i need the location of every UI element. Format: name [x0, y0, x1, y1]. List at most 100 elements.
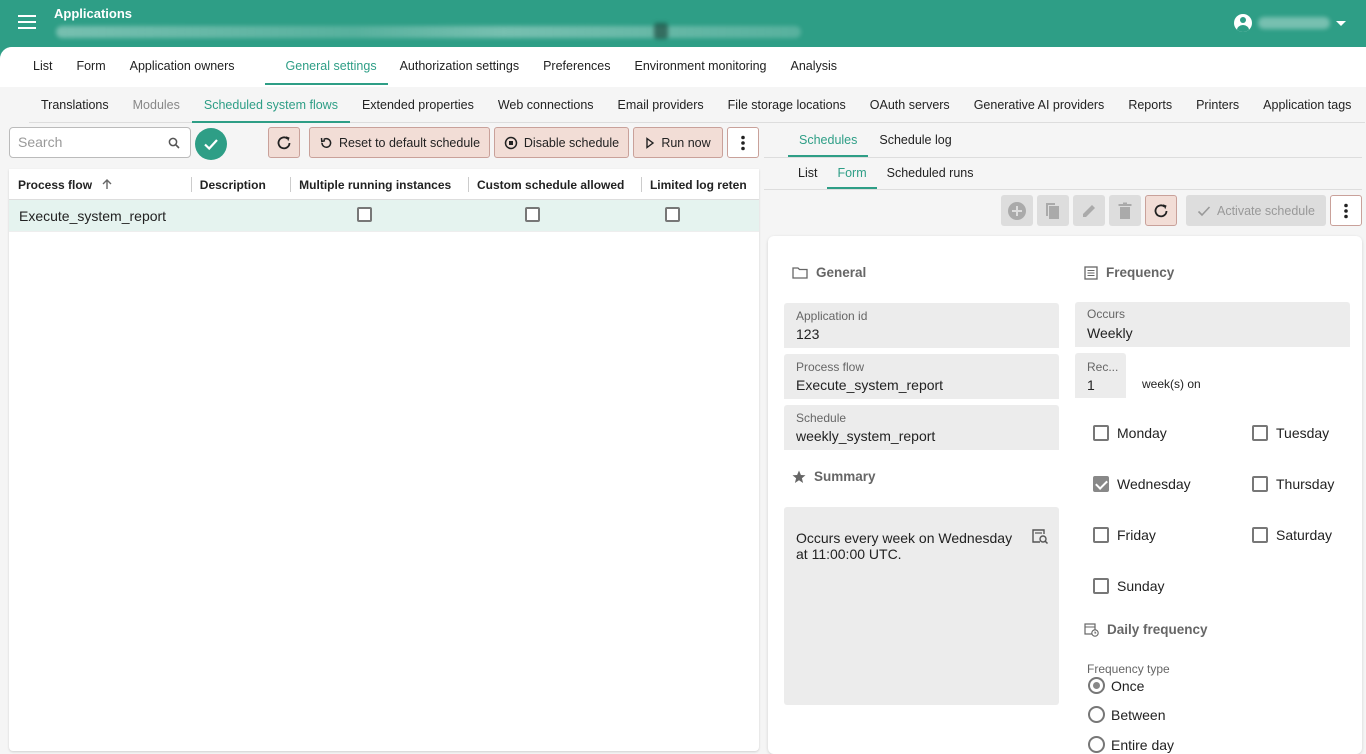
tab-schedule-log[interactable]: Schedule log — [868, 127, 962, 157]
calendar-clock-icon — [1084, 623, 1099, 637]
multiple-running-checkbox[interactable] — [356, 206, 372, 222]
tab-oauth-servers[interactable]: OAuth servers — [858, 87, 962, 123]
tab-modules[interactable]: Modules — [121, 87, 192, 123]
check-icon — [1197, 205, 1211, 216]
edit-button[interactable] — [1073, 195, 1105, 226]
between-label: Between — [1111, 706, 1166, 723]
schedule-field[interactable]: Schedule weekly_system_report — [784, 405, 1059, 450]
apply-search-button[interactable] — [195, 128, 227, 160]
application-id-label: Application id — [796, 309, 868, 323]
disable-schedule-button[interactable]: Disable schedule — [494, 127, 629, 158]
tab-scheduled-runs[interactable]: Scheduled runs — [877, 160, 984, 189]
tab-analysis[interactable]: Analysis — [779, 47, 850, 85]
reset-default-schedule-button[interactable]: Reset to default schedule — [309, 127, 490, 158]
process-flow-field[interactable]: Process flow Execute_system_report — [784, 354, 1059, 399]
column-description[interactable]: Description — [190, 169, 290, 200]
once-label: Once — [1111, 677, 1145, 694]
application-id-field[interactable]: Application id 123 — [784, 303, 1059, 348]
cell-custom-schedule — [449, 206, 615, 225]
sort-ascending-icon — [102, 179, 112, 189]
tab-web-connections[interactable]: Web connections — [486, 87, 606, 123]
tab-schedule-list[interactable]: List — [788, 160, 827, 189]
frequency-entire-day-radio[interactable]: Entire day — [1088, 736, 1174, 753]
add-button[interactable] — [1001, 195, 1033, 226]
tab-email-providers[interactable]: Email providers — [606, 87, 716, 123]
frequency-between-radio[interactable]: Between — [1088, 706, 1165, 723]
monday-checkbox[interactable]: Monday — [1093, 425, 1167, 441]
activate-schedule-button[interactable]: Activate schedule — [1186, 195, 1326, 226]
play-icon — [646, 136, 655, 149]
run-now-label: Run now — [661, 135, 711, 150]
user-menu[interactable] — [1234, 14, 1346, 32]
tab-list[interactable]: List — [21, 47, 64, 85]
preview-search-icon[interactable] — [1031, 528, 1049, 546]
more-options-button[interactable] — [727, 127, 759, 158]
entire-day-label: Entire day — [1111, 736, 1175, 753]
sunday-box — [1093, 578, 1109, 594]
frequency-once-radio[interactable]: Once — [1088, 677, 1144, 694]
tab-preferences[interactable]: Preferences — [531, 47, 622, 85]
friday-box — [1093, 527, 1109, 543]
column-process-flow[interactable]: Process flow — [9, 169, 191, 200]
thursday-checkbox[interactable]: Thursday — [1252, 476, 1334, 492]
tab-printers[interactable]: Printers — [1184, 87, 1251, 123]
process-flow-label: Process flow — [796, 360, 865, 374]
friday-label: Friday — [1117, 527, 1156, 543]
limited-log-checkbox[interactable] — [664, 206, 680, 222]
column-multiple-running-instances[interactable]: Multiple running instances — [290, 169, 468, 200]
tab-application-tags[interactable]: Application tags — [1251, 87, 1363, 123]
tab-reports[interactable]: Reports — [1116, 87, 1184, 123]
saturday-label: Saturday — [1276, 527, 1333, 543]
tab-schedule-form[interactable]: Form — [827, 160, 877, 189]
redacted-breadcrumb — [56, 23, 801, 39]
folder-icon — [792, 267, 808, 279]
tab-schedules[interactable]: Schedules — [788, 127, 869, 157]
run-now-button[interactable]: Run now — [633, 127, 723, 158]
search-icon[interactable] — [168, 137, 180, 149]
copy-button[interactable] — [1037, 195, 1069, 226]
occurs-field[interactable]: Occurs Weekly — [1075, 302, 1350, 347]
tuesday-checkbox[interactable]: Tuesday — [1252, 425, 1329, 441]
summary-box: Occurs every week on Wednesday at 11:00:… — [784, 507, 1059, 705]
column-process-flow-label: Process flow — [18, 178, 93, 192]
schedule-form: General Application id 123 Process flow … — [768, 236, 1362, 754]
frequency-section-title: Frequency — [1084, 265, 1174, 280]
between-radio-dot — [1088, 706, 1105, 723]
check-icon — [204, 139, 218, 151]
tab-application-owners[interactable]: Application owners — [118, 47, 247, 85]
search-field — [9, 127, 191, 158]
tab-file-storage-locations[interactable]: File storage locations — [716, 87, 858, 123]
menu-icon[interactable] — [18, 15, 36, 29]
saturday-checkbox[interactable]: Saturday — [1252, 527, 1332, 543]
frequency-type-label: Frequency type — [1087, 662, 1170, 676]
refresh-form-button[interactable] — [1145, 195, 1177, 226]
tab-generative-ai-providers[interactable]: Generative AI providers — [962, 87, 1117, 123]
search-input[interactable] — [18, 134, 163, 150]
daily-frequency-title-text: Daily frequency — [1107, 622, 1208, 637]
tab-authorization-settings[interactable]: Authorization settings — [388, 47, 532, 85]
wednesday-checkbox[interactable]: Wednesday — [1093, 476, 1191, 492]
reset-default-schedule-label: Reset to default schedule — [338, 135, 481, 150]
account-icon — [1234, 14, 1252, 32]
tab-scheduled-system-flows[interactable]: Scheduled system flows — [191, 87, 350, 123]
table-row[interactable]: Execute_system_report — [9, 200, 759, 232]
tab-extended-properties[interactable]: Extended properties — [350, 87, 486, 123]
friday-checkbox[interactable]: Friday — [1093, 527, 1156, 543]
sunday-checkbox[interactable]: Sunday — [1093, 578, 1164, 594]
frequency-title-text: Frequency — [1106, 265, 1175, 280]
trash-icon — [1118, 202, 1132, 219]
tab-environment-monitoring[interactable]: Environment monitoring — [623, 47, 779, 85]
refresh-button[interactable] — [268, 127, 300, 158]
column-limited-log-retention[interactable]: Limited log reten — [640, 169, 759, 200]
application-id-value: 123 — [796, 326, 820, 342]
column-custom-schedule-allowed[interactable]: Custom schedule allowed — [468, 169, 641, 200]
disable-schedule-label: Disable schedule — [523, 135, 620, 150]
recurs-field[interactable]: Rec... 1 — [1075, 353, 1126, 398]
tab-general-settings[interactable]: General settings — [264, 47, 388, 85]
tab-translations[interactable]: Translations — [29, 87, 121, 123]
star-icon — [792, 470, 806, 483]
custom-schedule-checkbox[interactable] — [524, 206, 540, 222]
delete-button[interactable] — [1109, 195, 1141, 226]
form-more-options-button[interactable] — [1330, 195, 1362, 226]
tab-form[interactable]: Form — [64, 47, 117, 85]
